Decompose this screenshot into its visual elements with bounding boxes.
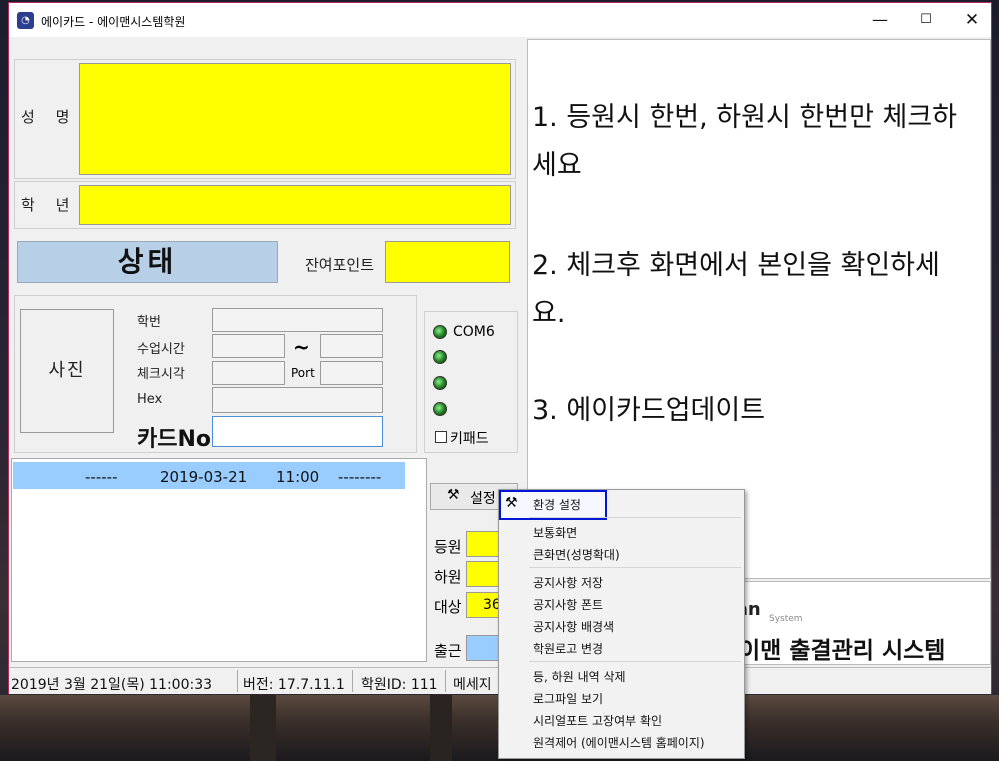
check-out-label: 하원 [434, 568, 462, 586]
log-row-prefix: ------ [85, 468, 118, 486]
desktop-background-post [250, 695, 276, 761]
close-button[interactable]: ✕ [949, 3, 995, 37]
class-end-field [320, 334, 383, 358]
menu-item-delete-history[interactable]: 등, 하원 내역 삭제 [533, 668, 626, 685]
com-status-led-icon [433, 325, 447, 339]
hex-label: Hex [137, 392, 163, 407]
menu-item-save-notice[interactable]: 공지사항 저장 [533, 574, 603, 591]
notice-line: 요. [532, 298, 566, 329]
status-academy-id: 학원ID: 111 [361, 677, 438, 693]
menu-item-notice-bgcolor[interactable]: 공지사항 배경색 [533, 618, 614, 635]
class-time-label: 수업시간 [137, 342, 185, 357]
menu-separator [529, 567, 741, 568]
status-led-icon [433, 350, 447, 364]
status-led-icon [433, 402, 447, 416]
name-label: 성 명 [21, 108, 78, 126]
check-time-field [212, 361, 285, 385]
status-message: 메세지 [453, 677, 492, 693]
system-title: 이맨 출결관리 시스템 [739, 638, 946, 664]
target-label: 대상 [434, 598, 462, 616]
status-datetime: 2019년 3월 21일(목) 11:00:33 [11, 677, 213, 693]
student-no-field [212, 308, 383, 332]
menu-item-view-log[interactable]: 로그파일 보기 [533, 690, 603, 707]
photo-placeholder: 사진 [20, 309, 114, 433]
title-bar[interactable]: ◔ 에이카드 - 에이맨시스템학원 — ☐ ✕ [9, 3, 991, 37]
menu-separator [529, 661, 741, 662]
check-time-label: 체크시각 [137, 367, 185, 382]
grade-label: 학 년 [21, 196, 78, 214]
menu-item-notice-font[interactable]: 공지사항 폰트 [533, 596, 603, 613]
com-port-label: COM6 [453, 324, 495, 340]
check-in-label: 등원 [434, 538, 462, 556]
hex-field [212, 387, 383, 413]
window-title: 에이카드 - 에이맨시스템학원 [41, 15, 186, 29]
status-divider [352, 670, 353, 692]
menu-item-normal-view[interactable]: 보통화면 [533, 524, 577, 541]
notice-line: 2. 체크후 화면에서 본인을 확인하세 [532, 250, 940, 281]
status-display: 상태 [17, 241, 278, 283]
points-display [385, 241, 510, 283]
notice-line: 1. 등원시 한번, 하원시 한번만 체크하 [532, 102, 958, 133]
work-label: 출근 [434, 642, 462, 660]
log-row-date: 2019-03-21 [160, 468, 248, 486]
app-logo-icon: ◔ [17, 12, 34, 29]
status-divider [445, 670, 446, 692]
student-no-label: 학번 [137, 315, 161, 330]
context-menu: ⚒ 환경 설정 보통화면 큰화면(성명확대) 공지사항 저장 공지사항 폰트 공… [498, 489, 745, 759]
port-field [320, 361, 383, 385]
points-label: 잔여포인트 [305, 256, 375, 274]
keypad-checkbox[interactable] [435, 431, 447, 443]
academy-logo-subtitle: System [769, 614, 803, 624]
keypad-label[interactable]: 키패드 [450, 428, 489, 448]
log-row-suffix: -------- [338, 468, 382, 486]
class-start-field [212, 334, 285, 358]
port-label: Port [291, 366, 315, 380]
menu-separator [529, 517, 741, 518]
menu-item-large-view[interactable]: 큰화면(성명확대) [533, 546, 620, 563]
status-led-icon [433, 376, 447, 390]
maximize-button[interactable]: ☐ [903, 3, 949, 37]
desktop-background-post [430, 695, 452, 761]
status-divider [237, 670, 238, 692]
notice-line: 세요 [532, 150, 582, 181]
tools-icon: ⚒ [447, 487, 460, 503]
notice-line: 3. 에이카드업데이트 [532, 395, 766, 426]
menu-item-serial-check[interactable]: 시리얼포트 고장여부 확인 [533, 712, 662, 729]
setting-button-label: 설정 [470, 491, 496, 507]
name-display [79, 63, 511, 175]
time-range-separator: ~ [293, 335, 310, 359]
menu-item-settings[interactable]: 환경 설정 [533, 496, 581, 513]
grade-display [79, 185, 511, 225]
minimize-button[interactable]: — [857, 3, 903, 37]
status-version: 버전: 17.7.11.1 [243, 677, 345, 693]
card-no-label: 카드No [137, 427, 212, 452]
card-no-input[interactable] [212, 416, 383, 447]
menu-item-change-logo[interactable]: 학원로고 변경 [533, 640, 603, 657]
log-row-time: 11:00 [276, 468, 320, 486]
menu-item-remote-control[interactable]: 원격제어 (에이맨시스템 홈페이지) [533, 734, 705, 751]
tools-icon: ⚒ [505, 495, 518, 511]
log-row[interactable]: ------ 2019-03-21 11:00 -------- [13, 462, 405, 489]
